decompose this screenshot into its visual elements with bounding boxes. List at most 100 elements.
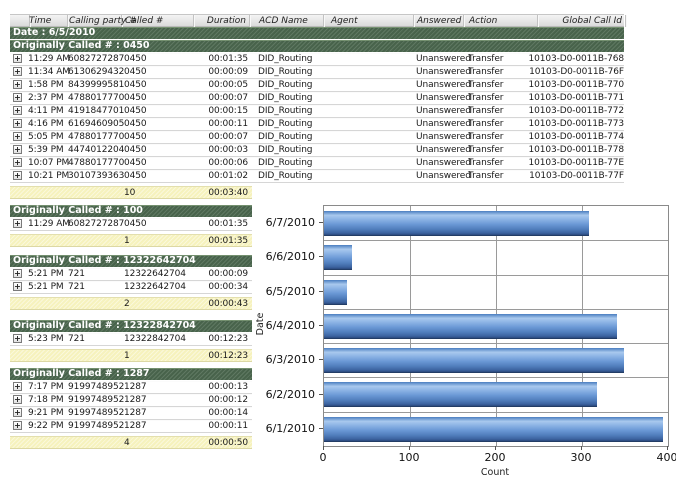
cell-called: 0450	[124, 219, 194, 230]
cell-call_id: 10103-D0-0011B-768	[515, 54, 624, 65]
expand-row-button[interactable]: +	[13, 145, 22, 154]
expand-row-button[interactable]: +	[13, 219, 22, 228]
cell-calling: 6082727287	[68, 54, 122, 65]
chart-bar	[324, 245, 352, 270]
cell-called: 0450	[124, 93, 194, 104]
column-header-agent: Agent	[329, 15, 414, 27]
expand-row-button[interactable]: +	[13, 269, 22, 278]
expand-row-button[interactable]: +	[13, 54, 22, 63]
summary-total-duration: 00:01:35	[195, 236, 248, 247]
cell-answered: Unanswered	[416, 158, 464, 169]
group-summary-row: 100:12:23	[10, 349, 252, 362]
cell-duration: 00:00:13	[195, 382, 248, 393]
cell-calling: 721	[68, 282, 122, 293]
cell-called: 12322642704	[124, 269, 194, 280]
cell-duration: 00:00:14	[195, 408, 248, 419]
table-row: +5:23 PM7211232284270400:12:23	[10, 333, 252, 346]
summary-count: 4	[124, 438, 194, 449]
expand-row-button[interactable]: +	[13, 334, 22, 343]
cell-time: 9:22 PM	[28, 421, 68, 432]
column-header-call_id: Global Call Id	[514, 15, 626, 27]
cell-calling: 4788017770	[68, 158, 122, 169]
expand-row-button[interactable]: +	[13, 421, 22, 430]
cell-duration: 00:01:02	[195, 171, 248, 182]
y-axis-tick	[319, 291, 323, 292]
table-row: +9:21 PM9199748952128700:00:14	[10, 407, 252, 420]
cell-called: 0450	[124, 158, 194, 169]
table-row: +5:21 PM7211232264270400:00:09	[10, 268, 252, 281]
x-axis-tick	[667, 446, 668, 450]
cell-called: 12322842704	[124, 334, 194, 345]
cell-acd: DID_Routing	[258, 67, 324, 78]
date-group-header: Date : 6/5/2010	[10, 27, 624, 39]
cell-called: 0450	[124, 106, 194, 117]
summary-total-duration: 00:12:23	[195, 351, 248, 362]
chart-bar	[324, 382, 597, 407]
cell-call_id: 10103-D0-0011B-773	[515, 119, 624, 130]
cell-time: 5:21 PM	[28, 282, 68, 293]
y-axis-tick	[319, 428, 323, 429]
cell-answered: Unanswered	[416, 145, 464, 156]
cell-call_id: 10103-D0-0011B-772	[515, 106, 624, 117]
cell-call_id: 10103-D0-0011B-774	[515, 132, 624, 143]
expand-row-button[interactable]: +	[13, 382, 22, 391]
y-axis-tick	[319, 325, 323, 326]
y-axis-category-label: 6/7/2010	[253, 216, 315, 229]
cell-duration: 00:00:12	[195, 395, 248, 406]
table-row: +5:21 PM7211232264270400:00:34	[10, 281, 252, 294]
cell-call_id: 10103-D0-0011B-770	[515, 80, 624, 91]
call-report-viewer: TimeCalling party #Called #DurationACD N…	[0, 0, 676, 485]
x-axis-tick-label: 0	[303, 451, 343, 464]
expand-row-button[interactable]: +	[13, 158, 22, 167]
cell-duration: 00:00:03	[195, 145, 248, 156]
table-row: +11:29 AM6082727287045000:01:35	[10, 218, 252, 231]
cell-time: 4:16 PM	[28, 119, 68, 130]
expand-row-button[interactable]: +	[13, 67, 22, 76]
cell-time: 10:07 PM	[28, 158, 68, 169]
y-axis-category-label: 6/6/2010	[253, 250, 315, 263]
cell-duration: 00:00:05	[195, 80, 248, 91]
cell-calling: 721	[68, 334, 122, 345]
cell-time: 11:29 AM	[28, 54, 68, 65]
y-axis-tick	[319, 222, 323, 223]
y-axis-category-label: 6/5/2010	[253, 285, 315, 298]
column-header-calling: Calling party #	[67, 15, 122, 27]
cell-call_id: 10103-D0-0011B-771	[515, 93, 624, 104]
expand-row-button[interactable]: +	[13, 93, 22, 102]
expand-row-button[interactable]: +	[13, 132, 22, 141]
cell-duration: 00:01:35	[195, 219, 248, 230]
cell-duration: 00:01:35	[195, 54, 248, 65]
expand-row-button[interactable]: +	[13, 80, 22, 89]
cell-time: 9:21 PM	[28, 408, 68, 419]
table-row: +7:18 PM9199748952128700:00:12	[10, 394, 252, 407]
x-axis-tick	[409, 446, 410, 450]
cell-answered: Unanswered	[416, 106, 464, 117]
cell-acd: DID_Routing	[258, 54, 324, 65]
group-summary-row: 100:01:35	[10, 234, 252, 247]
expand-row-button[interactable]: +	[13, 106, 22, 115]
table-row: +5:39 PM4474012204045000:00:03DID_Routin…	[10, 144, 624, 157]
y-axis-tick	[319, 359, 323, 360]
originally-called-group-header: Originally Called # : 12322842704	[10, 320, 252, 332]
expand-row-button[interactable]: +	[13, 119, 22, 128]
column-header-row: TimeCalling party #Called #DurationACD N…	[10, 14, 624, 27]
expand-row-button[interactable]: +	[13, 395, 22, 404]
x-axis-tick-label: 200	[475, 451, 515, 464]
x-axis-tick-label: 300	[561, 451, 601, 464]
cell-called: 0450	[124, 80, 194, 91]
cell-answered: Unanswered	[416, 54, 464, 65]
cell-time: 10:21 PM	[28, 171, 68, 182]
cell-called: 0450	[124, 145, 194, 156]
cell-called: 1287	[124, 408, 194, 419]
cell-call_id: 10103-D0-0011B-77F	[515, 171, 624, 182]
summary-count: 10	[124, 188, 194, 199]
chart-bar	[324, 280, 347, 305]
expand-row-button[interactable]: +	[13, 171, 22, 180]
cell-called: 0450	[124, 54, 194, 65]
expand-row-button[interactable]: +	[13, 282, 22, 291]
expand-row-button[interactable]: +	[13, 408, 22, 417]
cell-called: 1287	[124, 382, 194, 393]
cell-duration: 00:12:23	[195, 334, 248, 345]
cell-acd: DID_Routing	[258, 80, 324, 91]
y-axis-category-label: 6/4/2010	[253, 319, 315, 332]
